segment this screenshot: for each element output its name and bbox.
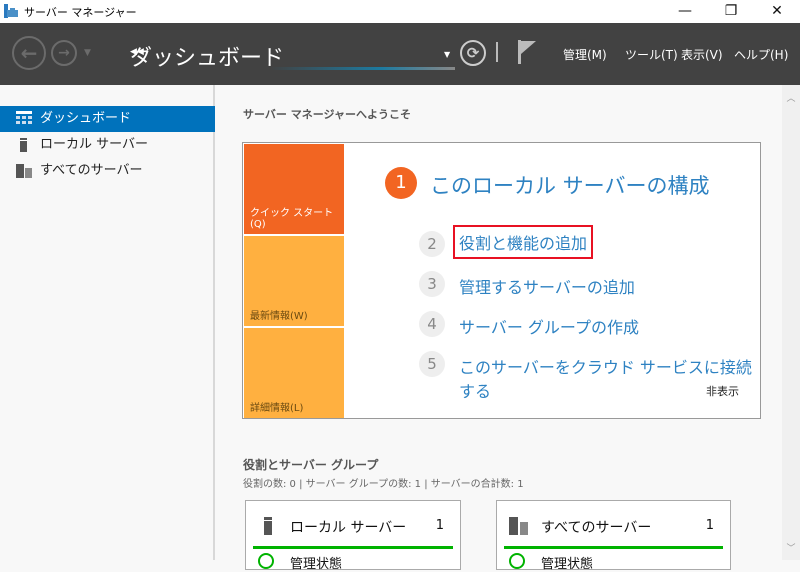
step-add-roles-features[interactable]: 役割と機能の追加 — [453, 225, 594, 259]
tile-label: 最新情報(W) — [250, 311, 308, 322]
sidebar-item-label: すべてのサーバー — [40, 163, 143, 178]
title-bar: サーバー マネージャー — ❐ ✕ — [0, 0, 800, 23]
breadcrumb-progress — [270, 67, 455, 70]
history-dropdown-icon[interactable]: ▼ — [84, 48, 91, 58]
step-number: 4 — [419, 311, 445, 337]
sidebar-item-label: ダッシュボード — [40, 111, 132, 126]
dashboard-icon — [16, 111, 32, 124]
menu-manage[interactable]: 管理(M) — [563, 46, 607, 63]
refresh-icon[interactable]: ⟳ — [460, 40, 486, 66]
servers-icon — [16, 164, 32, 178]
status-bar — [253, 546, 453, 549]
quick-start-panel: クイック スタート(Q) 最新情報(W) 詳細情報(L) 1 このローカル サー… — [242, 142, 761, 419]
step-number: 3 — [419, 271, 445, 297]
tile-learn-more[interactable]: 詳細情報(L) — [244, 328, 344, 418]
breadcrumb-dropdown-icon[interactable]: ▼ — [444, 50, 450, 59]
roles-heading: 役割とサーバー グループ — [243, 458, 379, 472]
tile-label: 詳細情報(L) — [250, 403, 304, 414]
card-title: すべてのサーバー — [541, 520, 652, 536]
divider — [496, 42, 498, 62]
tile-quick-start[interactable]: クイック スタート(Q) — [244, 144, 344, 234]
server-icon — [20, 138, 27, 152]
minimize-button[interactable]: — — [662, 0, 708, 23]
forward-button[interactable]: → — [51, 40, 77, 66]
sidebar-item-label: ローカル サーバー — [40, 137, 149, 152]
hide-link[interactable]: 非表示 — [706, 383, 739, 399]
breadcrumb: ダッシュボード — [130, 46, 285, 71]
server-icon — [264, 517, 272, 535]
tile-whats-new[interactable]: 最新情報(W) — [244, 236, 344, 326]
card-status[interactable]: 管理状態 — [541, 553, 593, 572]
tile-label: クイック スタート(Q) — [250, 208, 334, 230]
sidebar-item-all-servers[interactable]: すべてのサーバー — [0, 158, 215, 184]
sidebar: ダッシュボード ローカル サーバー すべてのサーバー — [0, 85, 215, 560]
step-number: 1 — [385, 167, 417, 199]
close-button[interactable]: ✕ — [754, 0, 800, 23]
step-number: 2 — [419, 231, 445, 257]
notifications-flag-icon[interactable] — [518, 40, 538, 64]
servers-icon — [509, 517, 528, 535]
status-ok-icon — [258, 553, 274, 569]
roles-summary: 役割の数: 0 | サーバー グループの数: 1 | サーバーの合計数: 1 — [243, 479, 524, 490]
back-button[interactable]: ← — [12, 36, 46, 70]
sidebar-item-local-server[interactable]: ローカル サーバー — [0, 132, 215, 158]
card-count: 1 — [705, 518, 714, 533]
step-add-servers[interactable]: 管理するサーバーの追加 — [459, 274, 635, 298]
menu-help[interactable]: ヘルプ(H) — [734, 46, 788, 63]
card-count: 1 — [435, 518, 444, 533]
vertical-scrollbar[interactable]: ︿ ﹀ — [782, 85, 800, 560]
menu-view[interactable]: 表示(V) — [681, 46, 723, 63]
status-bar — [504, 546, 723, 549]
sidebar-item-dashboard[interactable]: ダッシュボード — [0, 106, 215, 132]
server-manager-icon — [4, 4, 18, 18]
menu-tools[interactable]: ツール(T) — [625, 46, 678, 63]
card-title: ローカル サーバー — [290, 520, 407, 536]
step-create-server-group[interactable]: サーバー グループの作成 — [459, 314, 639, 338]
status-ok-icon — [509, 553, 525, 569]
card-status[interactable]: 管理状態 — [290, 553, 342, 572]
step-configure-local-server[interactable]: このローカル サーバーの構成 — [430, 170, 709, 200]
welcome-heading: サーバー マネージャーへようこそ — [243, 108, 411, 121]
step-number: 5 — [419, 351, 445, 377]
toolbar: ← → ▼ ▼ ⟳ — [0, 23, 800, 85]
window-title: サーバー マネージャー — [24, 6, 137, 19]
maximize-button[interactable]: ❐ — [708, 0, 754, 23]
